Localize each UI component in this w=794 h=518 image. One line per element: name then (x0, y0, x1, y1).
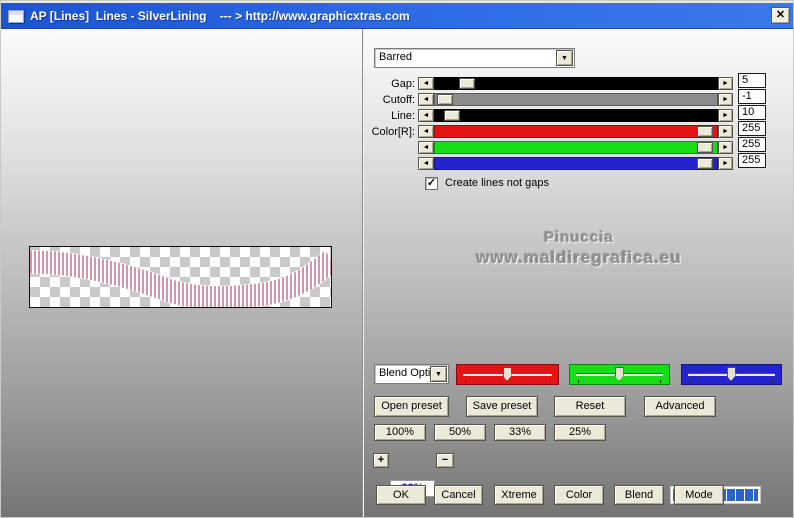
slider-label-color-r: Color[R]: (359, 126, 415, 138)
watermark: Pinuccia www.maldiregrafica.eu (367, 229, 791, 268)
blue-value-field[interactable]: 255 (738, 153, 766, 168)
green-slider-track[interactable] (434, 141, 718, 154)
slider-left-arrow[interactable]: ◄ (418, 157, 434, 170)
color-button[interactable]: Color (554, 485, 604, 505)
blend-options-dropdown[interactable]: Blend Optic ▼ (374, 364, 449, 384)
green-value-field[interactable]: 255 (738, 137, 766, 152)
window-title: AP [Lines] Lines - SilverLining --- > ht… (30, 9, 410, 23)
zoom-25-button[interactable]: 25% (554, 424, 606, 441)
red-slider-track[interactable] (434, 125, 718, 138)
slider-right-arrow[interactable]: ► (718, 109, 733, 122)
line-slider-thumb[interactable] (444, 110, 460, 121)
slider-label-gap: Gap: (359, 78, 415, 90)
slider-left-arrow[interactable]: ◄ (418, 125, 434, 138)
line-value-field[interactable]: 10 (738, 105, 766, 120)
tick-mark (660, 380, 661, 383)
progress-segment (754, 489, 758, 501)
create-lines-checkbox[interactable]: ✓ (425, 177, 438, 190)
slider-left-arrow[interactable]: ◄ (418, 93, 434, 106)
slider-label-cutoff: Cutoff: (359, 94, 415, 106)
tick-mark (465, 380, 466, 383)
zoom-in-button[interactable]: + (373, 453, 389, 468)
open-preset-button[interactable]: Open preset (374, 396, 449, 417)
green-blend-slider[interactable] (569, 364, 670, 385)
mode-button[interactable]: Mode (674, 485, 724, 505)
zoom-out-button[interactable]: − (436, 453, 454, 468)
slider-right-arrow[interactable]: ► (718, 141, 733, 154)
chevron-down-icon[interactable]: ▼ (556, 50, 573, 66)
chevron-down-icon[interactable]: ▼ (430, 366, 447, 382)
watermark-name: Pinuccia (367, 229, 791, 246)
gap-slider-track[interactable] (434, 77, 718, 90)
slider-left-arrow[interactable]: ◄ (418, 109, 434, 122)
red-blend-slider[interactable] (456, 364, 559, 385)
progress-segment (727, 489, 735, 501)
watermark-url: www.maldiregrafica.eu (367, 248, 791, 268)
title-bar[interactable]: AP [Lines] Lines - SilverLining --- > ht… (1, 1, 794, 29)
slider-right-arrow[interactable]: ► (718, 157, 733, 170)
progress-segment (745, 489, 753, 501)
blend-button[interactable]: Blend (614, 485, 664, 505)
tick-mark (690, 380, 691, 383)
slider-right-arrow[interactable]: ► (718, 125, 733, 138)
slider-left-arrow[interactable]: ◄ (418, 141, 434, 154)
slider-label-line: Line: (359, 110, 415, 122)
red-value-field[interactable]: 255 (738, 121, 766, 136)
style-dropdown-value: Barred (379, 51, 412, 63)
slider-right-arrow[interactable]: ► (718, 77, 733, 90)
dialog-body: Barred ▼ Gap: ◄ ► 5 Cutoff: ◄ ► -1 Line:… (1, 29, 794, 518)
slider-right-arrow[interactable]: ► (718, 93, 733, 106)
advanced-button[interactable]: Advanced (644, 396, 716, 417)
cutoff-slider-track[interactable] (434, 93, 718, 106)
line-pattern-preview (30, 247, 331, 307)
close-button[interactable]: ✕ (771, 7, 790, 24)
cutoff-slider-thumb[interactable] (437, 94, 453, 105)
app-icon (8, 10, 24, 23)
blue-blend-slider[interactable] (681, 364, 782, 385)
style-dropdown[interactable]: Barred ▼ (374, 48, 575, 68)
zoom-100-button[interactable]: 100% (374, 424, 426, 441)
cancel-button[interactable]: Cancel (434, 485, 483, 505)
progress-segment (736, 489, 744, 501)
gap-value-field[interactable]: 5 (738, 73, 766, 88)
preview-canvas[interactable] (29, 246, 332, 308)
blue-blend-thumb[interactable] (727, 367, 736, 381)
create-lines-checkbox-label: Create lines not gaps (445, 177, 549, 189)
tick-mark (772, 380, 773, 383)
green-blend-thumb[interactable] (615, 367, 624, 381)
save-preset-button[interactable]: Save preset (466, 396, 538, 417)
zoom-33-button[interactable]: 33% (494, 424, 546, 441)
blue-slider-track[interactable] (434, 157, 718, 170)
slider-left-arrow[interactable]: ◄ (418, 77, 434, 90)
reset-button[interactable]: Reset (554, 396, 626, 417)
blue-slider-thumb[interactable] (697, 158, 713, 169)
line-slider-track[interactable] (434, 109, 718, 122)
zoom-50-button[interactable]: 50% (434, 424, 486, 441)
plugin-dialog-window: AP [Lines] Lines - SilverLining --- > ht… (0, 0, 794, 518)
tick-mark (578, 380, 579, 383)
blend-options-value: Blend Optic (379, 367, 430, 379)
gap-slider-thumb[interactable] (459, 78, 475, 89)
red-slider-thumb[interactable] (697, 126, 713, 137)
cutoff-value-field[interactable]: -1 (738, 89, 766, 104)
red-blend-thumb[interactable] (503, 367, 512, 381)
tick-mark (549, 380, 550, 383)
xtreme-button[interactable]: Xtreme (494, 485, 544, 505)
green-slider-thumb[interactable] (697, 142, 713, 153)
ok-button[interactable]: OK (376, 485, 426, 505)
